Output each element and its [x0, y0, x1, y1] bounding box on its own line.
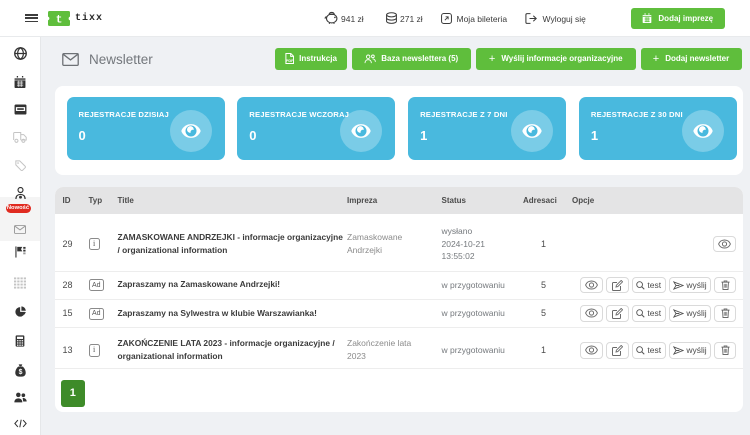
svg-text:$: $	[18, 369, 22, 376]
svg-text:PDF: PDF	[286, 58, 294, 63]
svg-text:t: t	[56, 15, 63, 27]
